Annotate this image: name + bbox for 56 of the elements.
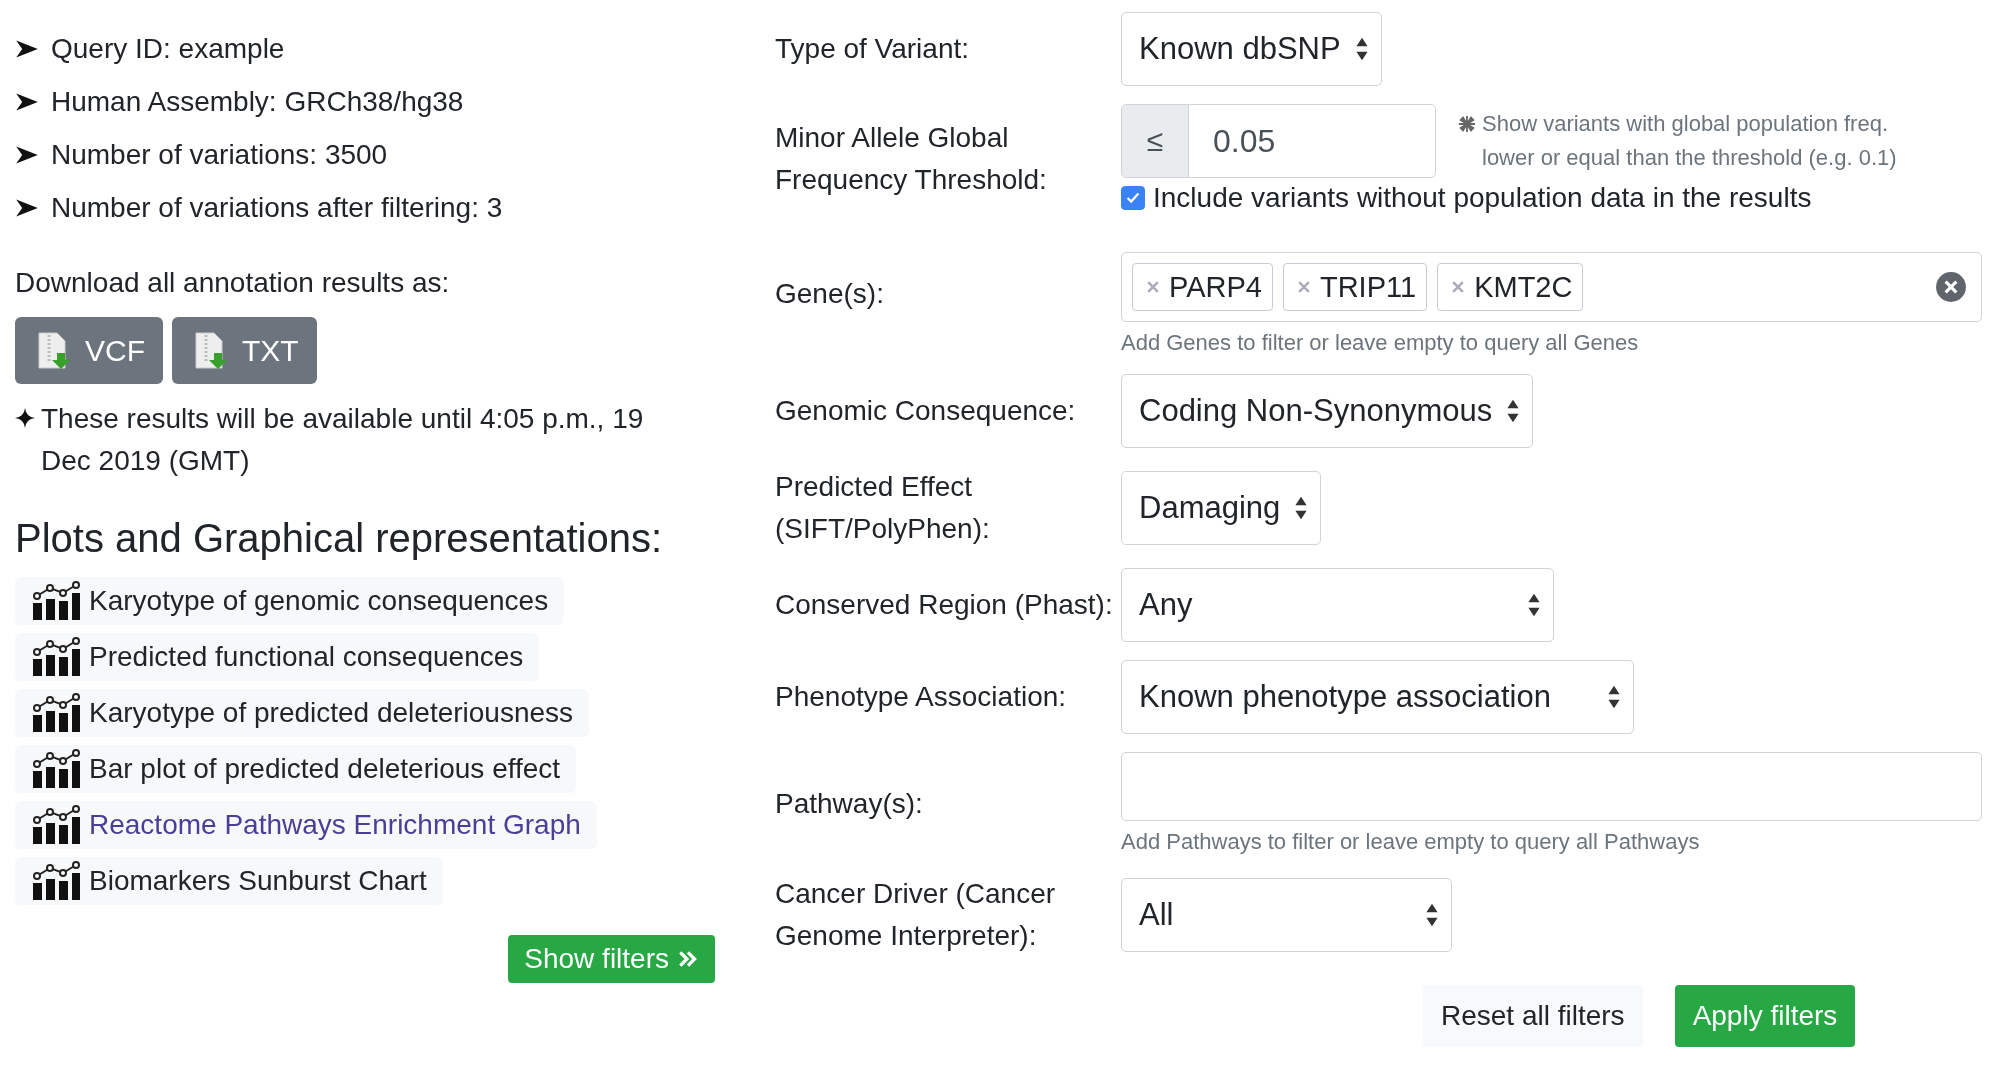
file-download-icon	[35, 330, 71, 371]
dropdown[interactable]: All	[1121, 878, 1452, 952]
filter-label: Minor Allele Global Frequency Threshold:	[775, 121, 1048, 197]
filter-label: Predicted Effect (SIFT/PolyPhen):	[775, 470, 991, 546]
filter-label: Conserved Region (Phast):	[775, 588, 1114, 622]
filter-label: Type of Variant:	[775, 32, 971, 66]
dropdown[interactable]: Coding Non-Synonymous	[1121, 374, 1534, 448]
plot-link[interactable]: Predicted functional consequences	[15, 633, 540, 681]
download-label: Download all annotation results as:	[15, 267, 451, 299]
threshold-note: Show variants with global population freq. lower or equal than the threshold (e.g. 0.1)	[1482, 110, 1898, 172]
asterisk-icon	[1458, 115, 1476, 133]
help-text: Add Genes to filter or leave empty to query all Genes	[1121, 330, 1640, 356]
filter-label: Phenotype Association:	[775, 680, 1068, 714]
chevrons-right-icon	[677, 948, 699, 970]
dropdown[interactable]: Known dbSNP	[1121, 12, 1382, 86]
download-button[interactable]: VCF	[15, 317, 163, 384]
tag-text: PARP4	[1169, 270, 1262, 304]
remove-icon[interactable]	[1452, 281, 1465, 293]
chart-icon	[31, 749, 81, 789]
chart-icon	[31, 693, 81, 733]
chart-icon	[31, 637, 81, 677]
tag-text: TRIP11	[1319, 270, 1417, 304]
plot-link[interactable]: Karyotype of genomic consequences	[15, 577, 565, 625]
filter-label: Genomic Consequence:	[775, 394, 1077, 428]
remove-icon[interactable]	[1297, 281, 1310, 293]
star-icon	[15, 408, 35, 428]
summary-text: Number of variations: 3500	[51, 138, 388, 171]
dropdown[interactable]: Known phenotype association	[1121, 660, 1634, 734]
genes-field[interactable]: PARP4 TRIP11 KMT2C	[1121, 252, 1982, 322]
pathways-field[interactable]	[1121, 752, 1982, 821]
help-text: Add Pathways to filter or leave empty to query all Pathways	[1121, 829, 1701, 855]
clear-icon[interactable]	[1935, 271, 1967, 303]
dropdown[interactable]: Damaging	[1121, 471, 1322, 545]
summary-text: Number of variations after filtering: 3	[51, 191, 503, 224]
file-download-icon	[192, 330, 228, 371]
summary-text: Query ID: example	[51, 32, 285, 65]
availability-text: These results will be available until 4:05 p.m., 19 Dec 2019 (GMT)	[41, 402, 645, 478]
plot-link[interactable]: Bar plot of predicted deleterious effect	[15, 745, 577, 793]
checkbox[interactable]	[1121, 186, 1145, 210]
chart-icon	[31, 805, 81, 845]
filter-label: Cancer Driver (Cancer Genome Interpreter):	[775, 877, 1057, 953]
chart-icon	[31, 581, 81, 621]
chart-icon	[31, 861, 81, 901]
plot-link[interactable]: Karyotype of predicted deleteriousness	[15, 689, 590, 737]
download-button[interactable]: TXT	[172, 317, 317, 384]
tag-text: KMT2C	[1474, 270, 1573, 304]
remove-icon[interactable]	[1147, 281, 1159, 293]
summary-text: Human Assembly: GRCh38/hg38	[51, 85, 464, 118]
checkbox-label: Include variants without population data in the results	[1153, 182, 1812, 214]
dropdown[interactable]: Any	[1121, 568, 1554, 642]
filter-label: Pathway(s):	[775, 786, 924, 821]
section-heading: Plots and Graphical representations:	[15, 516, 664, 561]
plot-link[interactable]: Biomarkers Sunburst Chart	[15, 857, 443, 905]
filter-label: Gene(s):	[775, 277, 885, 311]
reset-button[interactable]: Reset all filters	[1423, 985, 1643, 1047]
plot-link[interactable]: Reactome Pathways Enrichment Graph	[15, 801, 597, 849]
